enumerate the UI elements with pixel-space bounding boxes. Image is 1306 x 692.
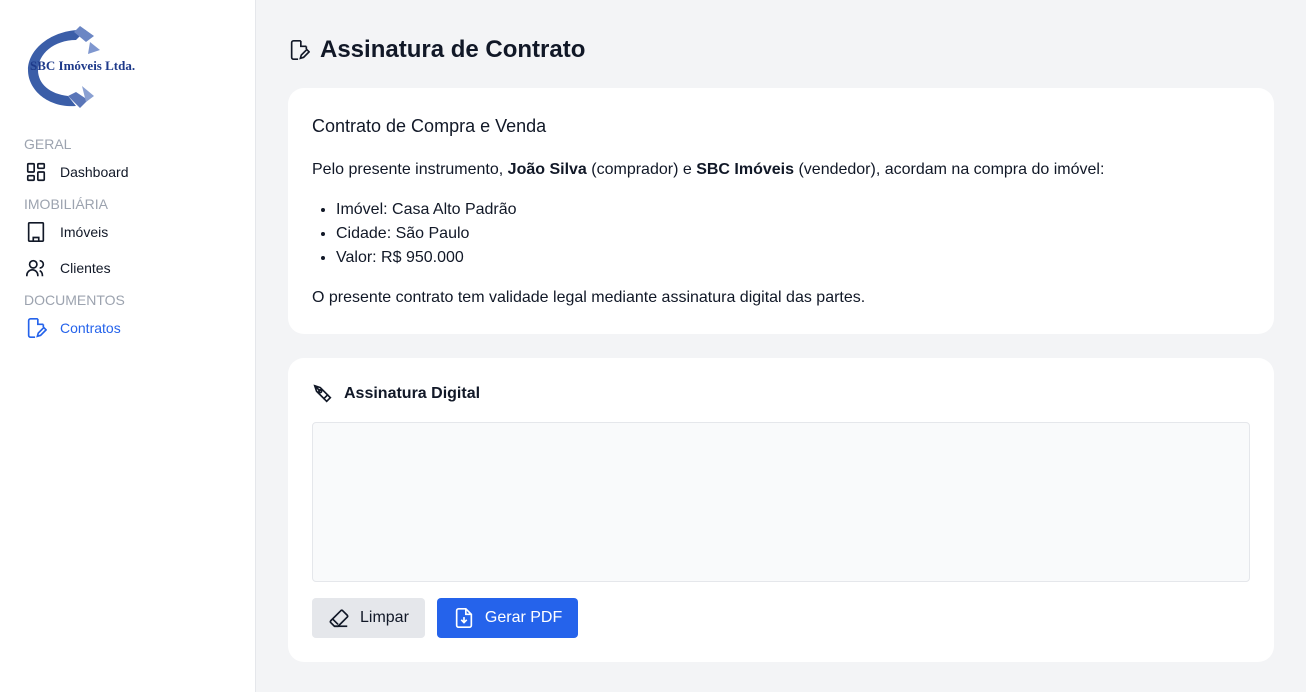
contract-edit-icon [288, 38, 312, 62]
buyer-name: João Silva [507, 161, 587, 178]
main-content: Assinatura de Contrato Contrato de Compr… [256, 0, 1306, 692]
signature-pad[interactable] [312, 422, 1250, 582]
nav-section-documentos: DOCUMENTOS Contratos [24, 288, 231, 344]
list-item: Imóvel: Casa Alto Padrão [336, 198, 1250, 222]
clear-button[interactable]: Limpar [312, 598, 425, 638]
section-label-imobiliaria: IMOBILIÁRIA [24, 196, 109, 212]
sidebar-item-contratos[interactable]: Contratos [24, 312, 231, 344]
buyer-role: (comprador) e [586, 161, 697, 178]
sidebar-item-dashboard[interactable]: Dashboard [24, 156, 231, 188]
company-logo-icon: SBC Imóveis Ltda. [28, 26, 135, 108]
page-title: Assinatura de Contrato [288, 34, 1274, 66]
seller-name: SBC Imóveis [696, 161, 795, 178]
section-label-documentos: DOCUMENTOS [24, 292, 125, 308]
signature-header: Assinatura Digital [312, 382, 1250, 406]
contract-intro-prefix: Pelo presente instrumento, [312, 161, 508, 178]
list-item: Cidade: São Paulo [336, 222, 1250, 246]
nav-section-imobiliaria: IMOBILIÁRIA Imóveis Clientes [24, 192, 231, 284]
generate-pdf-button[interactable]: Gerar PDF [436, 598, 579, 638]
signature-title: Assinatura Digital [344, 385, 481, 402]
sidebar-item-label: Imóveis [60, 224, 109, 240]
sidebar: SBC Imóveis Ltda. GERAL Dashboard IMOBIL… [0, 0, 256, 692]
seller-role: (vendedor), acordam na compra do imóvel: [794, 161, 1105, 178]
generate-pdf-button-label: Gerar PDF [484, 609, 563, 626]
page-title-text: Assinatura de Contrato [320, 36, 586, 63]
signature-actions: Limpar Gerar PDF [312, 598, 1250, 638]
contract-footer: O presente contrato tem validade legal m… [312, 289, 866, 306]
contract-title: Contrato de Compra e Venda [312, 116, 547, 136]
clear-button-label: Limpar [360, 609, 409, 626]
sidebar-item-clientes[interactable]: Clientes [24, 252, 231, 284]
signature-card: Assinatura Digital Limpar Gerar PDF [288, 358, 1274, 662]
users-icon [24, 256, 48, 280]
company-logo: SBC Imóveis Ltda. [24, 22, 231, 110]
pen-signature-icon [312, 382, 336, 406]
contract-icon [24, 316, 48, 340]
section-label-geral: GERAL [24, 136, 72, 152]
sidebar-item-label: Clientes [60, 260, 111, 276]
sidebar-item-imoveis[interactable]: Imóveis [24, 216, 231, 248]
sidebar-item-label: Dashboard [60, 164, 129, 180]
contract-intro: Pelo presente instrumento, João Silva (c… [312, 158, 1250, 182]
app-root: SBC Imóveis Ltda. GERAL Dashboard IMOBIL… [0, 0, 1306, 692]
contract-items: Imóvel: Casa Alto Padrão Cidade: São Pau… [312, 198, 1250, 270]
dashboard-icon [24, 160, 48, 184]
sidebar-item-label: Contratos [60, 320, 121, 336]
list-item: Valor: R$ 950.000 [336, 246, 1250, 270]
building-icon [24, 220, 48, 244]
svg-text:SBC Imóveis Ltda.: SBC Imóveis Ltda. [30, 58, 135, 73]
contract-card: Contrato de Compra e Venda Pelo presente… [288, 88, 1274, 334]
file-download-icon [453, 606, 477, 630]
nav-section-geral: GERAL Dashboard [24, 132, 231, 188]
eraser-icon [328, 606, 352, 630]
